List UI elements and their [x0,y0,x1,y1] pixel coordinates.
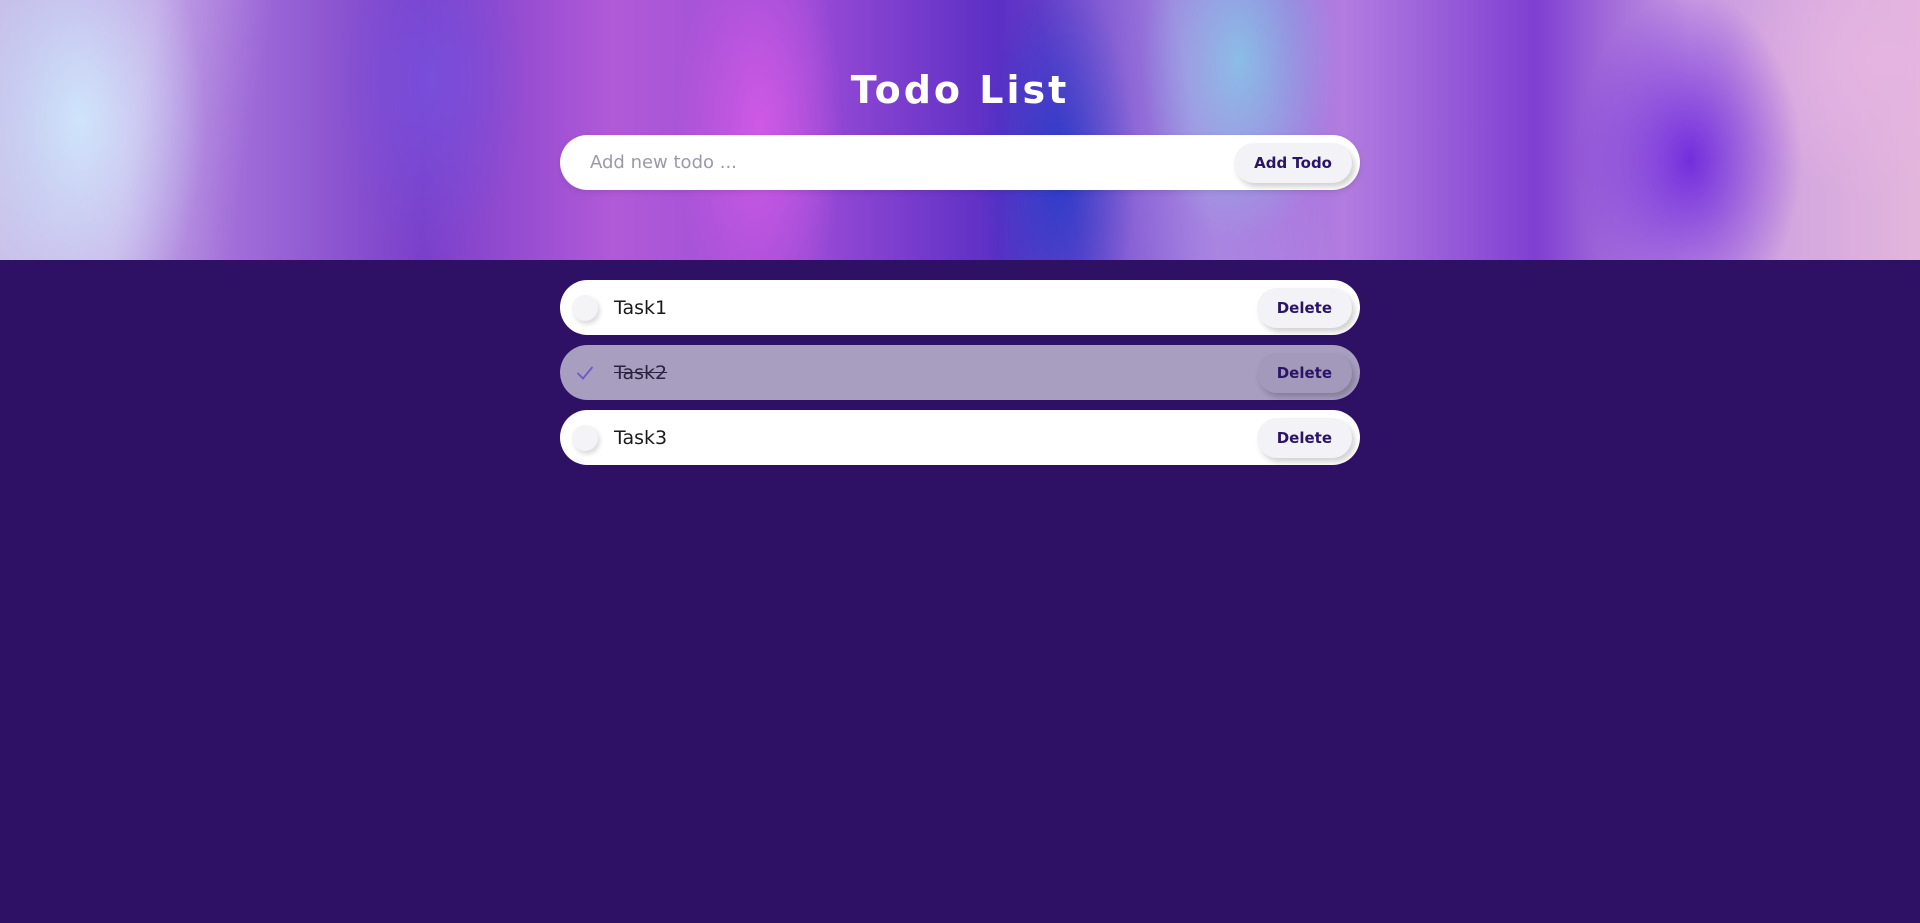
page-title: Todo List [850,68,1070,112]
delete-button[interactable]: Delete [1256,417,1352,458]
todo-item: Task2 Delete [560,345,1360,400]
todo-item: Task1 Delete [560,280,1360,335]
checkmark-icon [577,366,593,380]
todo-list: Task1 Delete Task2 Delete Task3 Delete [560,280,1360,475]
delete-button[interactable]: Delete [1256,352,1352,393]
todo-text: Task3 [614,426,668,449]
header-background [0,0,1920,260]
todo-text: Task1 [614,296,668,319]
delete-button[interactable]: Delete [1256,287,1352,328]
new-todo-input[interactable] [590,152,1235,173]
complete-toggle[interactable] [572,294,598,321]
header-sheen [0,0,1920,260]
add-todo-form: Add Todo [560,135,1360,190]
add-todo-button[interactable]: Add Todo [1234,142,1352,183]
complete-toggle[interactable] [572,360,598,386]
todo-item: Task3 Delete [560,410,1360,465]
todo-text: Task2 [614,361,668,384]
complete-toggle[interactable] [572,424,598,451]
